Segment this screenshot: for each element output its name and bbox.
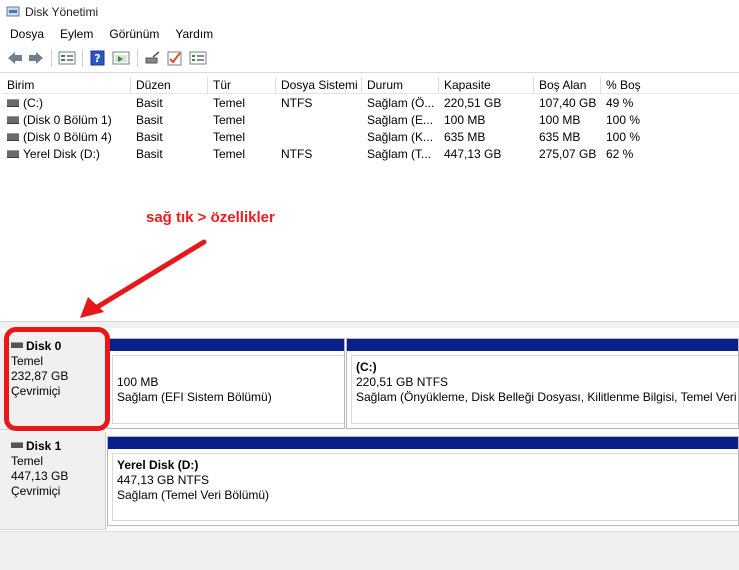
disk-type: Temel [11, 354, 44, 368]
cell-yuzde-bos: 100 % [606, 130, 641, 144]
menu-bar: Dosya Eylem Görünüm Yardım [0, 24, 739, 44]
partition-c[interactable]: (C:) 220,51 GB NTFS Sağlam (Önyükleme, D… [346, 338, 739, 429]
partition-status: Sağlam (Önyükleme, Disk Belleği Dosyası,… [356, 390, 738, 404]
column-header-birim[interactable]: Birim [2, 77, 131, 94]
cell-dosya-sistemi [276, 129, 362, 146]
cell-duzen: Basit [136, 130, 163, 144]
cell-birim: Yerel Disk (D:) [23, 147, 100, 161]
partition-bar [347, 339, 738, 351]
cell-duzen: Basit [136, 96, 163, 110]
column-header-dosya-sistemi[interactable]: Dosya Sistemi [276, 77, 362, 94]
svg-text:?: ? [94, 52, 100, 65]
partition-d[interactable]: Yerel Disk (D:) 447,13 GB NTFS Sağlam (T… [107, 436, 739, 526]
column-header-yuzde-bos[interactable]: % Boş [601, 77, 739, 94]
disk-1-label[interactable]: Disk 1 Temel 447,13 GB Çevrimiçi [0, 432, 106, 530]
cell-duzen: Basit [136, 147, 163, 161]
partition-size: 100 MB [117, 375, 159, 389]
partition-bar [108, 437, 738, 449]
cell-durum: Sağlam (K... [367, 130, 434, 144]
disk-status: Çevrimiçi [11, 484, 61, 498]
column-header-bos-alan[interactable]: Boş Alan [534, 77, 601, 94]
status-strip [0, 531, 739, 570]
toolbar: ? [0, 44, 739, 73]
partition-status: Sağlam (Temel Veri Bölümü) [117, 488, 270, 502]
disk-status: Çevrimiçi [11, 384, 61, 398]
back-arrow-icon[interactable] [6, 50, 24, 66]
cell-bos-alan: 635 MB [539, 130, 581, 144]
cell-yuzde-bos: 62 % [606, 147, 634, 161]
cell-yuzde-bos: 49 % [606, 96, 634, 110]
toolbar-separator [137, 49, 138, 67]
disk-management-icon [6, 6, 20, 17]
cell-tur: Temel [213, 96, 246, 110]
column-header-kapasite[interactable]: Kapasite [439, 77, 534, 94]
toolbar-separator [82, 49, 83, 67]
partition-name [117, 360, 344, 375]
column-header-durum[interactable]: Durum [362, 77, 439, 94]
cell-kapasite: 447,13 GB [444, 147, 502, 161]
disk-0-label[interactable]: Disk 0 Temel 232,87 GB Çevrimiçi [0, 332, 106, 430]
disk-size: 447,13 GB [11, 469, 69, 483]
cell-birim: (Disk 0 Bölüm 4) [23, 130, 112, 144]
cell-birim: (Disk 0 Bölüm 1) [23, 113, 112, 127]
properties-icon[interactable] [112, 50, 130, 66]
cell-duzen: Basit [136, 113, 163, 127]
title-bar: Disk Yönetimi [0, 0, 739, 24]
cell-bos-alan: 275,07 GB [539, 147, 597, 161]
partition-efi[interactable]: 100 MB Sağlam (EFI Sistem Bölümü) [107, 338, 345, 429]
help-icon[interactable]: ? [89, 50, 107, 66]
cell-tur: Temel [213, 130, 246, 144]
partition-name: Yerel Disk (D:) [117, 458, 199, 472]
disk-type: Temel [11, 454, 44, 468]
partition-status: Sağlam (EFI Sistem Bölümü) [117, 390, 272, 404]
volume-list: Birim Düzen Tür Dosya Sistemi Durum Kapa… [2, 77, 739, 321]
settings-icon[interactable] [189, 50, 207, 66]
connect-icon[interactable] [144, 50, 162, 66]
window-title: Disk Yönetimi [25, 5, 99, 19]
cell-dosya-sistemi: NTFS [281, 147, 313, 161]
cell-dosya-sistemi [276, 112, 362, 129]
cell-dosya-sistemi: NTFS [281, 96, 313, 110]
disk-size: 232,87 GB [11, 369, 69, 383]
partition-size: 220,51 GB NTFS [356, 375, 449, 389]
disk-name: Disk 0 [26, 339, 62, 353]
cell-kapasite: 635 MB [444, 130, 486, 144]
menu-dosya[interactable]: Dosya [0, 27, 52, 41]
menu-eylem[interactable]: Eylem [52, 27, 101, 41]
forward-arrow-icon[interactable] [27, 50, 45, 66]
cell-tur: Temel [213, 113, 246, 127]
partition-name: (C:) [356, 360, 377, 374]
disk-icon [11, 342, 23, 349]
column-header-tur[interactable]: Tür [208, 77, 276, 94]
cell-kapasite: 100 MB [444, 113, 486, 127]
toolbar-separator [51, 49, 52, 67]
cell-tur: Temel [213, 147, 246, 161]
menu-gorunum[interactable]: Görünüm [101, 27, 167, 41]
disk-name: Disk 1 [26, 439, 62, 453]
list-view-icon[interactable] [58, 50, 76, 66]
volume-icon [7, 115, 19, 124]
volume-icon [7, 149, 19, 158]
volume-icon [7, 98, 19, 107]
disk-icon [11, 442, 23, 449]
cell-bos-alan: 100 MB [539, 113, 581, 127]
partition-size: 447,13 GB NTFS [117, 473, 210, 487]
check-icon[interactable] [166, 50, 184, 66]
column-header-duzen[interactable]: Düzen [131, 77, 208, 94]
cell-durum: Sağlam (Ö... [367, 96, 435, 110]
cell-yuzde-bos: 100 % [606, 113, 641, 127]
volume-icon [7, 132, 19, 141]
cell-durum: Sağlam (T... [367, 147, 432, 161]
menu-yardim[interactable]: Yardım [167, 27, 221, 41]
cell-kapasite: 220,51 GB [444, 96, 502, 110]
partition-bar [108, 339, 344, 351]
cell-durum: Sağlam (E... [367, 113, 434, 127]
cell-birim: (C:) [23, 96, 43, 110]
cell-bos-alan: 107,40 GB [539, 96, 597, 110]
annotation-text: sağ tık > özellikler [146, 209, 275, 226]
